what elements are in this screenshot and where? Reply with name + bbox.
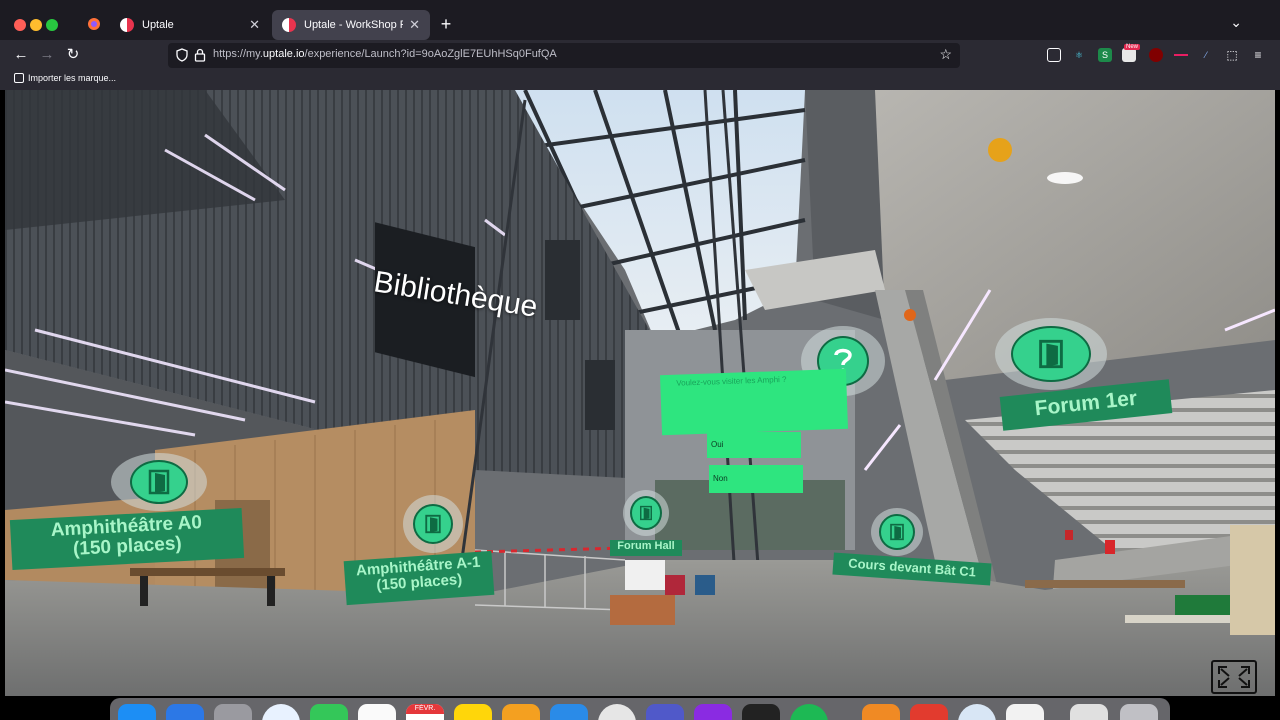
- list-all-tabs-chevron-down-icon[interactable]: ⌄: [1230, 14, 1242, 31]
- extension-s-icon[interactable]: S: [1098, 48, 1112, 62]
- macos-dock: FÉVR.: [110, 698, 1170, 720]
- tab-uptale[interactable]: Uptale ✕: [110, 10, 270, 40]
- door-icon: [1039, 339, 1063, 369]
- uptale-favicon-icon: [120, 18, 134, 32]
- back-arrow-icon[interactable]: ←: [11, 46, 31, 64]
- mail-icon[interactable]: [166, 704, 204, 720]
- pages-icon[interactable]: [502, 704, 540, 720]
- hotspot-forum-1er[interactable]: [995, 318, 1107, 390]
- fullscreen-icon: [1218, 666, 1250, 688]
- finder-icon[interactable]: [118, 704, 156, 720]
- hotspot-amphi-a0[interactable]: [111, 453, 207, 511]
- new-badge: New: [1124, 44, 1141, 50]
- 360-viewer[interactable]: Bibliothèque Amphithéâtre A0 (150 places…: [5, 90, 1275, 696]
- quiz-yes-button[interactable]: Oui: [707, 432, 801, 458]
- url-text[interactable]: https://my.uptale.io/experience/Launch?i…: [213, 48, 557, 60]
- door-icon: [640, 505, 652, 521]
- notes-icon[interactable]: [454, 704, 492, 720]
- reload-icon[interactable]: ↻: [63, 46, 83, 64]
- door-icon: [890, 523, 904, 541]
- hotspot-forum-hall-title: Forum Hall: [617, 540, 675, 552]
- extension-pink-icon[interactable]: [1174, 48, 1188, 62]
- launchpad-icon[interactable]: [214, 704, 252, 720]
- forward-arrow-icon[interactable]: →: [37, 46, 57, 64]
- tracking-protection-shield-icon[interactable]: [175, 48, 189, 62]
- react-devtools-icon[interactable]: ⚛: [1072, 48, 1086, 62]
- uptale-favicon-icon: [282, 18, 296, 32]
- calendar-month-label: FÉVR.: [406, 704, 444, 714]
- tab-title: Uptale: [142, 19, 174, 31]
- fullscreen-button[interactable]: [1211, 660, 1257, 694]
- extensions-puzzle-icon[interactable]: ⬚: [1225, 48, 1239, 62]
- extension-pen-icon[interactable]: ⁄: [1199, 48, 1213, 62]
- spotify-icon[interactable]: [790, 704, 828, 720]
- screen: Uptale ✕ Uptale - WorkShop Paris-Saclay …: [0, 0, 1280, 720]
- tab-uptale-workshop[interactable]: Uptale - WorkShop Paris-Saclay ✕: [272, 10, 430, 40]
- close-window-button[interactable]: [14, 19, 26, 31]
- hotspot-forum-hall[interactable]: [623, 490, 669, 536]
- ublock-origin-icon[interactable]: [1149, 48, 1163, 62]
- via-icon[interactable]: [1006, 704, 1044, 720]
- door-icon: [148, 469, 170, 495]
- browser-navigation-bar: ← → ↻ https://my.uptale.io/experience/La…: [0, 40, 1280, 70]
- safari-icon[interactable]: [262, 704, 300, 720]
- hotspot-amphi-a1[interactable]: [403, 495, 463, 553]
- hamburger-menu-icon[interactable]: ≡: [1251, 48, 1265, 62]
- quiz-no-button[interactable]: Non: [709, 465, 803, 493]
- app-store-icon[interactable]: [550, 704, 588, 720]
- quiz-question-panel: Voulez-vous visiter les Amphi ?: [660, 368, 848, 436]
- url-path: /experience/Launch?id=9oAoZglE7EUhHSq0Fu…: [304, 48, 557, 60]
- close-tab-icon[interactable]: ✕: [249, 17, 260, 33]
- hotspot-forum-hall-plate[interactable]: Forum Hall: [610, 540, 682, 556]
- import-bookmarks-button[interactable]: Importer les marque...: [14, 73, 116, 83]
- url-prefix: https://my.: [213, 48, 263, 60]
- import-icon: [14, 73, 24, 83]
- close-tab-icon[interactable]: ✕: [409, 17, 420, 33]
- quiz-no-label: Non: [713, 474, 728, 483]
- quiz-yes-label: Oui: [711, 440, 724, 449]
- trash-icon[interactable]: [1120, 704, 1158, 720]
- bookmarks-toolbar: Importer les marque...: [0, 70, 1280, 90]
- hotspot-cours-c1[interactable]: [871, 508, 923, 556]
- extension-new-icon[interactable]: [1122, 48, 1136, 62]
- minimize-window-button[interactable]: [30, 19, 42, 31]
- office-icon[interactable]: [910, 704, 948, 720]
- maximize-window-button[interactable]: [46, 19, 58, 31]
- messages-icon[interactable]: [310, 704, 348, 720]
- pocket-icon[interactable]: [1047, 48, 1061, 62]
- door-icon: [425, 514, 441, 534]
- tab-title: Uptale - WorkShop Paris-Saclay: [304, 19, 403, 31]
- firefox-pinned-tab[interactable]: [82, 12, 106, 36]
- firefox-dev-icon[interactable]: [694, 704, 732, 720]
- teams-icon[interactable]: [646, 704, 684, 720]
- url-domain: uptale.io: [262, 48, 305, 60]
- final-cut-icon[interactable]: [742, 704, 780, 720]
- url-bar[interactable]: https://my.uptale.io/experience/Launch?i…: [168, 43, 960, 68]
- import-bookmarks-label: Importer les marque...: [28, 73, 117, 83]
- chrome-icon[interactable]: [958, 704, 996, 720]
- preview-icon[interactable]: [1070, 704, 1108, 720]
- new-tab-button[interactable]: +: [436, 14, 456, 35]
- firefox-icon: [88, 18, 100, 30]
- photos-icon[interactable]: [358, 704, 396, 720]
- vlc-icon[interactable]: [862, 704, 900, 720]
- lock-icon[interactable]: [194, 48, 206, 62]
- calendar-icon[interactable]: FÉVR.: [406, 704, 444, 720]
- system-preferences-icon[interactable]: [598, 704, 636, 720]
- bookmark-star-icon[interactable]: ☆: [939, 46, 952, 63]
